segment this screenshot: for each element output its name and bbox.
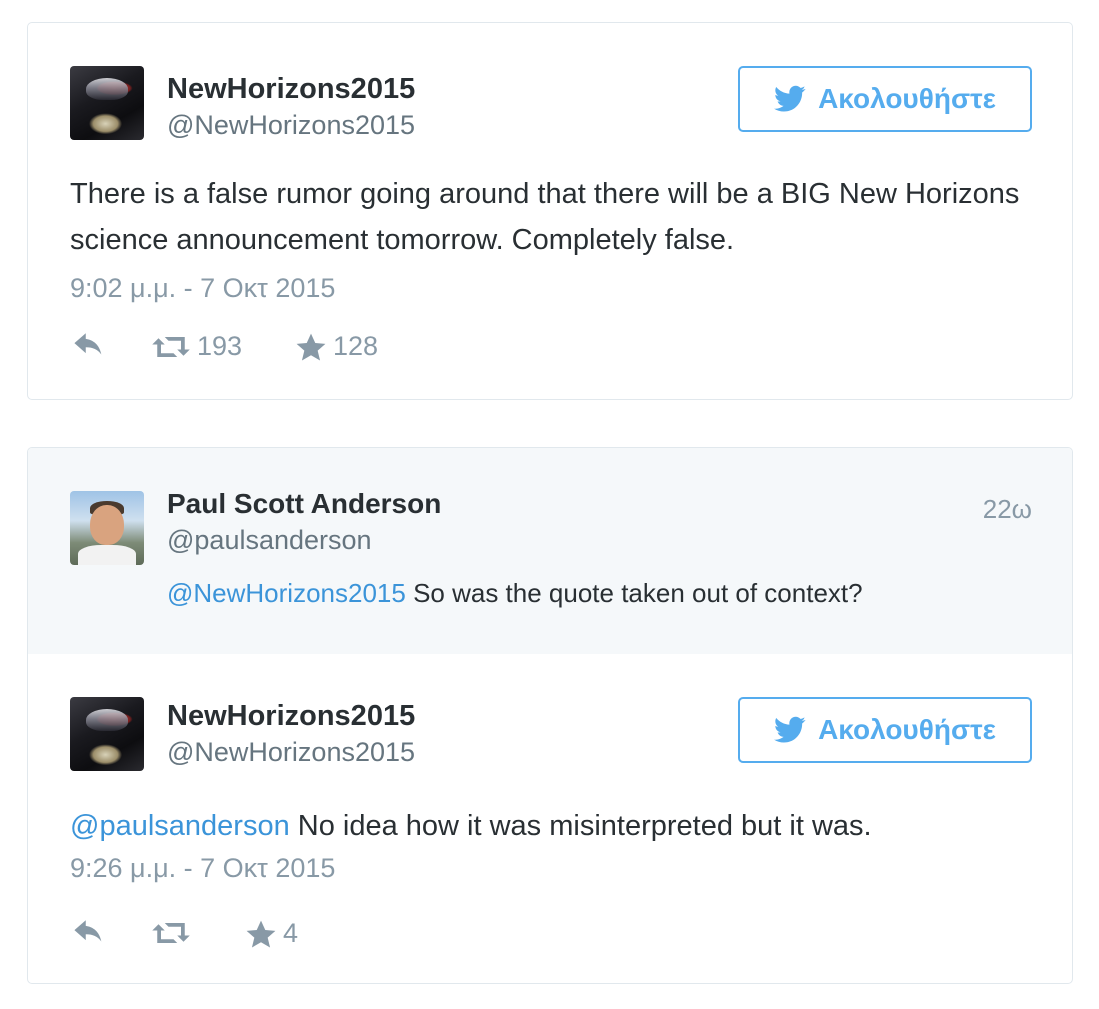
avatar[interactable] [70, 66, 144, 140]
author-handle[interactable]: @paulsanderson [167, 525, 372, 556]
retweet-button[interactable] [151, 918, 191, 948]
reply-button[interactable] [73, 331, 107, 361]
reply-text: @NewHorizons2015 So was the quote taken … [167, 578, 863, 609]
favorite-icon [246, 920, 276, 947]
relative-time[interactable]: 22ω [983, 494, 1032, 525]
favorite-button[interactable]: 4 [245, 918, 298, 949]
twitter-bird-icon [774, 716, 806, 743]
mention-link[interactable]: @NewHorizons2015 [167, 578, 406, 608]
reply-icon [74, 333, 102, 355]
follow-label: Ακολουθήστε [818, 714, 996, 745]
tweet-actions: 193 128 [73, 331, 473, 365]
author-name[interactable]: Paul Scott Anderson [167, 488, 441, 520]
follow-button[interactable]: Ακολουθήστε [738, 66, 1032, 132]
favorite-count: 128 [333, 331, 379, 361]
follow-label: Ακολουθήστε [818, 83, 996, 114]
favorite-button[interactable]: 128 [295, 331, 378, 362]
avatar[interactable] [70, 697, 144, 771]
retweet-icon [152, 923, 190, 943]
tweet-text: There is a false rumor going around that… [70, 178, 1020, 256]
reply-icon [74, 920, 102, 942]
author-handle[interactable]: @NewHorizons2015 [167, 737, 415, 768]
reply-body: So was the quote taken out of context? [405, 578, 863, 608]
retweet-icon [152, 336, 190, 357]
timestamp[interactable]: 9:02 μ.μ. - 7 Οκτ 2015 [70, 273, 335, 304]
author-name[interactable]: NewHorizons2015 [167, 700, 415, 733]
tweet-text: @paulsanderson No idea how it was misint… [70, 803, 872, 849]
reply-button[interactable] [73, 918, 107, 948]
author-name[interactable]: NewHorizons2015 [167, 73, 415, 106]
favorite-count: 4 [283, 918, 299, 948]
mention-link[interactable]: @paulsanderson [70, 810, 290, 842]
author-handle[interactable]: @NewHorizons2015 [167, 110, 415, 141]
tweet-card: NewHorizons2015 @NewHorizons2015 Ακολουθ… [27, 22, 1073, 400]
retweet-button[interactable]: 193 [151, 331, 242, 362]
follow-button[interactable]: Ακολουθήστε [738, 697, 1032, 763]
retweet-count: 193 [197, 331, 243, 361]
tweet-body: No idea how it was misinterpreted but it… [289, 810, 872, 842]
twitter-bird-icon [774, 85, 806, 112]
timestamp[interactable]: 9:26 μ.μ. - 7 Οκτ 2015 [70, 853, 335, 884]
tweet-actions: 4 [73, 918, 373, 952]
avatar[interactable] [70, 491, 144, 565]
favorite-icon [296, 333, 326, 360]
tweet-card: Paul Scott Anderson @paulsanderson 22ω @… [27, 447, 1073, 984]
